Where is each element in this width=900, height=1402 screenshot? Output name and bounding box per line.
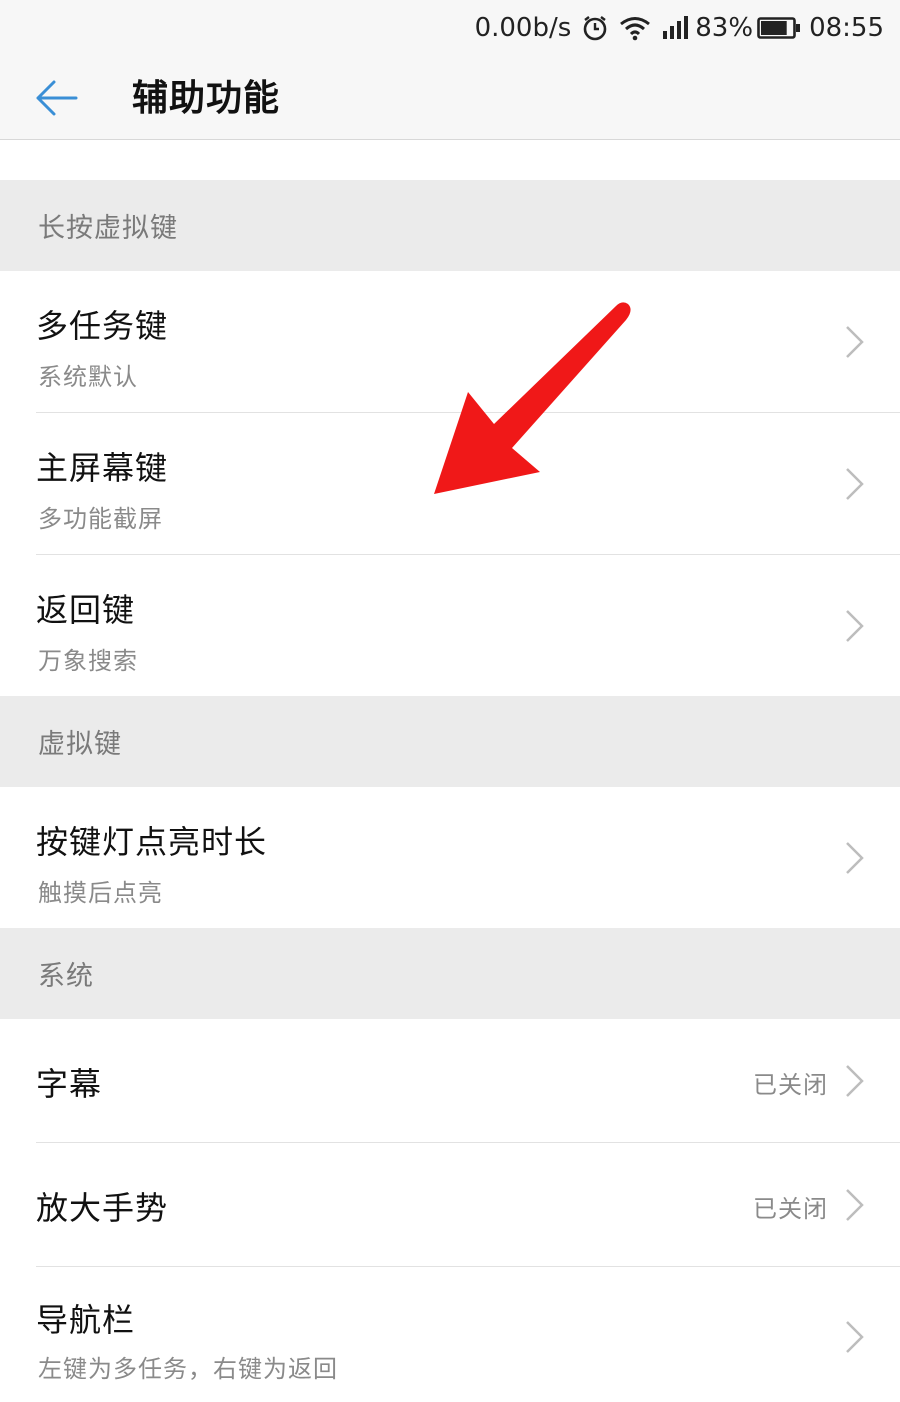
list-item-navigation-bar[interactable]: 导航栏 左键为多任务，右键为返回 xyxy=(0,1267,900,1402)
list-item-home-key[interactable]: 主屏幕键 多功能截屏 xyxy=(0,413,900,554)
item-subtitle: 左键为多任务，右键为返回 xyxy=(38,1355,338,1383)
status-bar: 0.00b/s 83% 08:55 xyxy=(0,0,900,56)
status-time: 08:55 xyxy=(809,13,884,43)
item-title: 主屏幕键 xyxy=(36,449,169,487)
wifi-icon xyxy=(619,15,651,41)
item-subtitle: 系统默认 xyxy=(38,363,138,391)
item-title: 多任务键 xyxy=(36,307,169,345)
arrow-left-icon xyxy=(36,80,78,116)
item-subtitle: 多功能截屏 xyxy=(38,505,163,533)
list-item-back-key[interactable]: 返回键 万象搜索 xyxy=(0,555,900,696)
chevron-right-icon xyxy=(846,1189,864,1221)
item-title: 导航栏 xyxy=(36,1301,136,1339)
chevron-right-icon xyxy=(846,610,864,642)
battery-percent: 83% xyxy=(695,13,754,43)
top-spacer xyxy=(0,140,900,180)
item-title: 字幕 xyxy=(36,1065,103,1103)
signal-icon xyxy=(661,16,689,40)
item-title: 返回键 xyxy=(36,591,136,629)
battery-icon xyxy=(757,16,801,40)
page-title: 辅助功能 xyxy=(132,77,281,119)
list-item-multitask-key[interactable]: 多任务键 系统默认 xyxy=(0,271,900,413)
item-subtitle: 触摸后点亮 xyxy=(38,879,163,907)
list-item-magnification-gestures[interactable]: 放大手势 已关闭 xyxy=(0,1143,900,1266)
back-button[interactable] xyxy=(24,70,88,126)
item-title: 按键灯点亮时长 xyxy=(36,823,268,861)
app-bar: 辅助功能 xyxy=(0,56,900,140)
section-header-long-press: 长按虚拟键 xyxy=(0,180,900,271)
item-value: 已关闭 xyxy=(753,1071,828,1099)
alarm-icon xyxy=(581,14,609,42)
chevron-right-icon xyxy=(846,468,864,500)
list-item-key-light-duration[interactable]: 按键灯点亮时长 触摸后点亮 xyxy=(0,787,900,928)
item-value: 已关闭 xyxy=(753,1195,828,1223)
chevron-right-icon xyxy=(846,1321,864,1353)
section-header-virtual-keys: 虚拟键 xyxy=(0,696,900,787)
chevron-right-icon xyxy=(846,1065,864,1097)
item-title: 放大手势 xyxy=(36,1189,169,1227)
chevron-right-icon xyxy=(846,842,864,874)
item-subtitle: 万象搜索 xyxy=(38,647,138,675)
network-speed: 0.00b/s xyxy=(474,13,572,43)
chevron-right-icon xyxy=(846,326,864,358)
list-item-subtitles[interactable]: 字幕 已关闭 xyxy=(0,1019,900,1142)
section-header-system: 系统 xyxy=(0,928,900,1019)
